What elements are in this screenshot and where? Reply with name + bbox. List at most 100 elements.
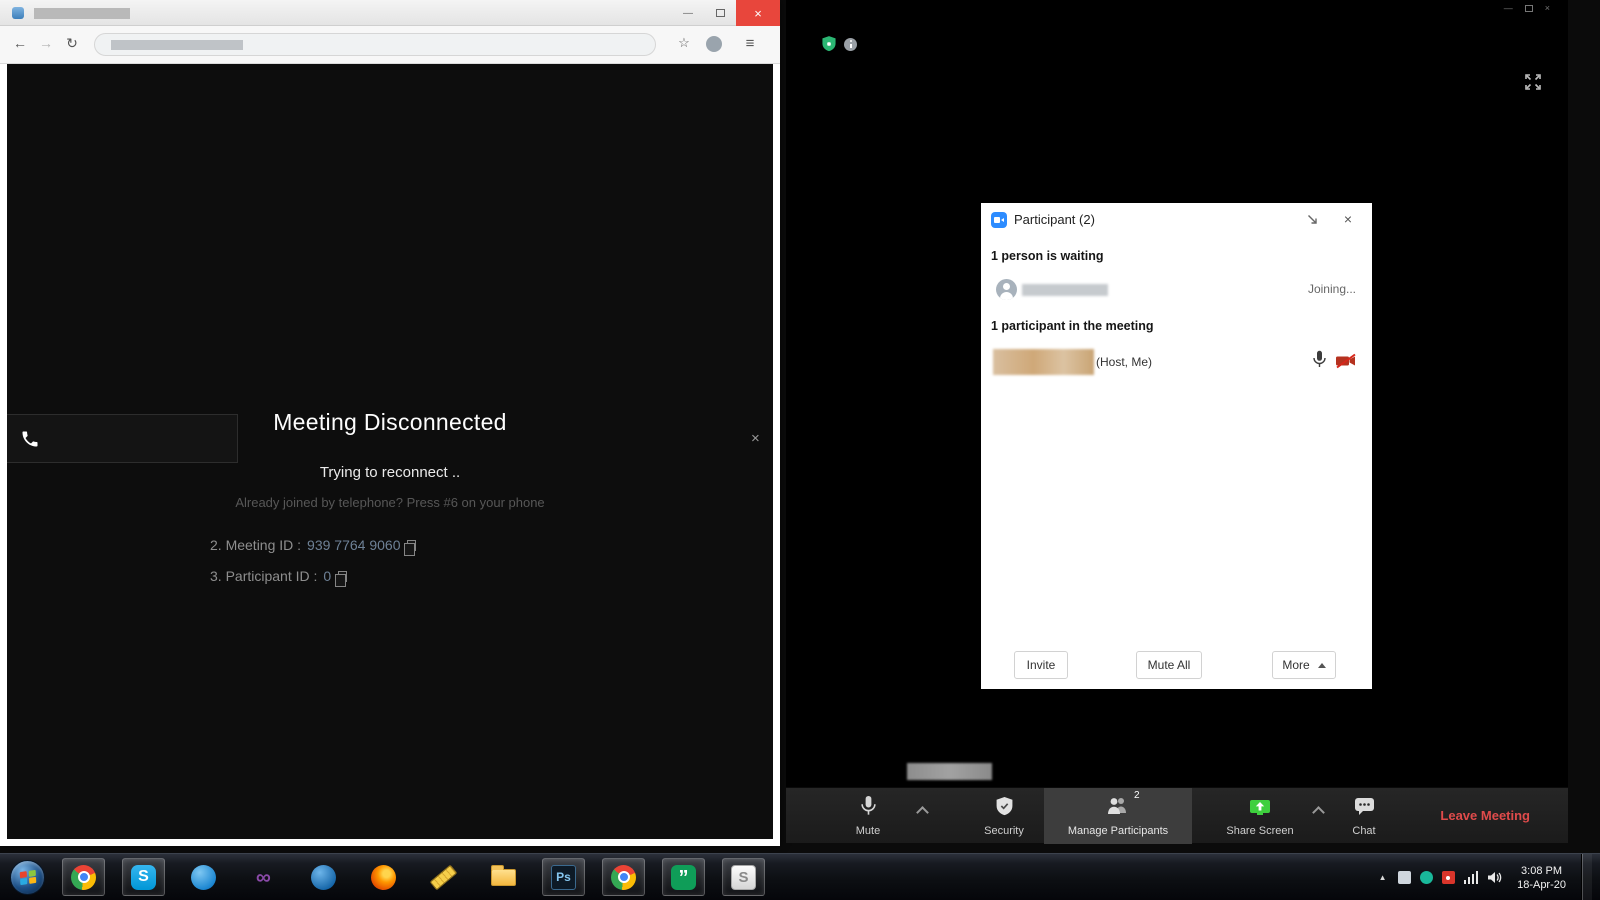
- mute-all-button[interactable]: Mute All: [1136, 651, 1202, 679]
- manage-participants-control[interactable]: 2 Manage Participants: [1044, 788, 1192, 844]
- taskbar-item-hangouts[interactable]: ”: [662, 858, 705, 896]
- taskbar-item-screenpresso[interactable]: S: [722, 858, 765, 896]
- leave-meeting-button[interactable]: Leave Meeting: [1440, 788, 1530, 844]
- browser-window: — × ← → ↻ ☆ ≡ × Meeting Disconnected Try…: [0, 0, 780, 846]
- system-tray: ▲ 3:08 PM 18-Apr-20: [1377, 854, 1592, 900]
- tray-alert-icon[interactable]: [1441, 871, 1455, 884]
- more-button[interactable]: More: [1272, 651, 1336, 679]
- disconnect-title: Meeting Disconnected: [273, 409, 507, 435]
- audio-options-chevron-icon[interactable]: [916, 806, 929, 819]
- back-icon[interactable]: ←: [10, 35, 30, 51]
- chat-control[interactable]: Chat: [1334, 788, 1394, 844]
- url-redacted: [111, 40, 243, 50]
- taskbar-item-firefox[interactable]: [362, 858, 405, 896]
- taskbar-item-blue-app[interactable]: [302, 858, 345, 896]
- share-screen-icon: [1250, 800, 1270, 815]
- minimize-button[interactable]: —: [1504, 2, 1513, 14]
- browser-toolbar: ← → ↻ ☆ ≡: [0, 26, 780, 64]
- show-desktop-button[interactable]: [1581, 854, 1592, 900]
- volume-icon[interactable]: [1487, 871, 1502, 884]
- ruler-icon: [429, 864, 458, 890]
- fullscreen-icon[interactable]: [1524, 73, 1542, 91]
- taskbar-item-skype[interactable]: S: [122, 858, 165, 896]
- manage-participants-label: Manage Participants: [1067, 825, 1169, 837]
- phone-hint-text: Already joined by telephone? Press #6 on…: [235, 495, 545, 510]
- mute-label: Mute: [855, 825, 881, 837]
- waiting-participant-status: Joining...: [1307, 282, 1356, 296]
- address-bar[interactable]: [94, 33, 656, 56]
- chrome-icon: [71, 864, 96, 890]
- participant-nameplate-redacted: [907, 763, 992, 780]
- security-label: Security: [984, 825, 1024, 837]
- screenpresso-icon: S: [731, 864, 756, 890]
- tray-expand-icon[interactable]: ▲: [1377, 873, 1389, 882]
- chat-label: Chat: [1352, 825, 1376, 837]
- meeting-toolbar: Mute Security 2 Manage Participants Shar…: [786, 787, 1568, 844]
- maximize-button[interactable]: [1524, 4, 1533, 12]
- folder-icon: [491, 864, 516, 886]
- tray-app-icon[interactable]: [1397, 871, 1411, 884]
- browser-titlebar[interactable]: — ×: [0, 0, 780, 26]
- chat-icon: [1354, 797, 1374, 815]
- mute-control[interactable]: Mute: [832, 788, 904, 844]
- share-screen-label: Share Screen: [1226, 825, 1294, 837]
- blue-app-icon: [311, 864, 336, 890]
- bookmark-star-icon[interactable]: ☆: [674, 35, 694, 51]
- copy-participant-id-icon[interactable]: [335, 571, 348, 587]
- participants-panel-header[interactable]: Participant (2) ×: [981, 203, 1372, 236]
- start-button[interactable]: [10, 860, 45, 895]
- forward-icon[interactable]: →: [36, 35, 56, 51]
- popout-panel-icon[interactable]: [1307, 214, 1318, 225]
- mic-icon: [860, 795, 876, 815]
- meeting-info-icon[interactable]: [844, 37, 857, 51]
- host-suffix-label: (Host, Me): [1096, 355, 1153, 369]
- maximize-icon: [715, 9, 725, 17]
- visual-studio-icon: ∞: [256, 865, 271, 889]
- taskbar-item-messenger[interactable]: [182, 858, 225, 896]
- taskbar-item-chrome[interactable]: [62, 858, 105, 896]
- waiting-participant-name-redacted: [1022, 284, 1108, 296]
- security-shield-icon: [996, 796, 1012, 815]
- profile-avatar-icon[interactable]: [706, 36, 722, 52]
- skype-icon: S: [131, 864, 156, 890]
- taskbar-clock[interactable]: 3:08 PM 18-Apr-20: [1511, 864, 1572, 892]
- messenger-icon: [191, 864, 216, 890]
- more-button-label: More: [1282, 658, 1310, 672]
- share-screen-control[interactable]: Share Screen: [1214, 788, 1306, 844]
- taskbar-item-photoshop[interactable]: Ps: [542, 858, 585, 896]
- photoshop-icon: Ps: [551, 864, 576, 890]
- security-control[interactable]: Security: [966, 788, 1042, 844]
- firefox-icon: [371, 864, 396, 890]
- encryption-shield-icon[interactable]: [822, 36, 836, 52]
- minimize-button[interactable]: —: [672, 0, 704, 26]
- meeting-id-row: 2. Meeting ID : 939 7764 9060: [210, 537, 417, 556]
- clock-date: 18-Apr-20: [1517, 878, 1566, 891]
- browser-tab-favicon: [12, 7, 24, 19]
- taskbar-item-screen-ruler[interactable]: [422, 858, 465, 896]
- close-button[interactable]: ×: [736, 0, 780, 26]
- maximize-button[interactable]: [704, 0, 736, 26]
- close-button[interactable]: ×: [1545, 2, 1550, 14]
- copy-meeting-id-icon[interactable]: [404, 540, 417, 556]
- participant-id-label: 3. Participant ID :: [210, 568, 318, 584]
- host-video-off-icon[interactable]: [1335, 353, 1357, 369]
- close-panel-icon[interactable]: ×: [1344, 203, 1352, 236]
- reload-icon[interactable]: ↻: [62, 35, 82, 52]
- invite-button[interactable]: Invite: [1014, 651, 1068, 679]
- reconnect-status: Trying to reconnect ..: [319, 464, 461, 481]
- network-icon[interactable]: [1463, 871, 1479, 884]
- hangouts-icon: ”: [671, 864, 696, 890]
- waiting-participant-avatar: [996, 279, 1017, 300]
- meeting-id-value: 939 7764 9060: [307, 537, 401, 553]
- participants-count-badge: 2: [1134, 790, 1140, 801]
- menu-icon[interactable]: ≡: [740, 35, 760, 52]
- participant-id-value: 0: [323, 568, 332, 584]
- host-name-redacted: [993, 349, 1094, 375]
- share-options-chevron-icon[interactable]: [1312, 806, 1325, 819]
- host-mic-icon[interactable]: [1313, 350, 1326, 369]
- taskbar-item-visual-studio[interactable]: ∞: [242, 858, 285, 896]
- caret-up-icon: [1317, 662, 1326, 668]
- taskbar-item-file-explorer[interactable]: [482, 858, 525, 896]
- tray-sync-icon[interactable]: [1419, 871, 1433, 884]
- taskbar-item-chrome-2[interactable]: [602, 858, 645, 896]
